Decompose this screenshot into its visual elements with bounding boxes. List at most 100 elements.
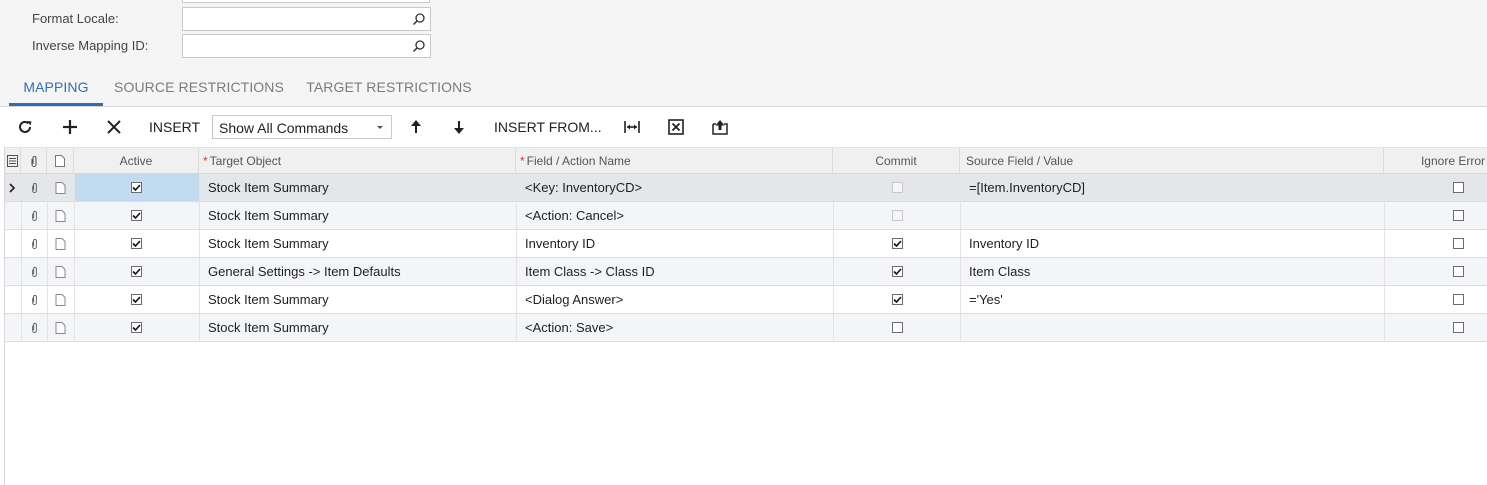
insert-from-button[interactable]: INSERT FROM... [494, 119, 602, 135]
commit-checkbox[interactable] [891, 322, 903, 333]
note-icon[interactable] [55, 322, 66, 334]
commit-cell[interactable] [833, 258, 960, 285]
tab-mapping[interactable]: MAPPING [9, 70, 103, 106]
field-action-cell[interactable]: <Key: InventoryCD> [521, 174, 833, 201]
commit-cell[interactable] [833, 314, 960, 341]
active-cell[interactable] [74, 314, 199, 341]
fit-width-icon[interactable] [622, 117, 642, 137]
active-checkbox[interactable] [130, 210, 142, 221]
row-settings-header[interactable] [5, 148, 21, 174]
note-icon[interactable] [55, 210, 66, 222]
commit-cell[interactable] [833, 230, 960, 257]
commit-cell[interactable] [833, 174, 960, 201]
ignore-error-checkbox[interactable] [1452, 238, 1464, 249]
commit-cell[interactable] [833, 286, 960, 313]
source-field-cell[interactable] [965, 202, 1384, 229]
col-ignore-error-header[interactable]: Ignore Error [1384, 148, 1487, 174]
commit-checkbox[interactable] [891, 294, 903, 305]
commit-cell[interactable] [833, 202, 960, 229]
note-icon[interactable] [55, 294, 66, 306]
tab-source-restrictions[interactable]: SOURCE RESTRICTIONS [112, 70, 286, 106]
plus-icon[interactable] [60, 117, 80, 137]
excel-icon[interactable] [666, 117, 686, 137]
ignore-error-checkbox[interactable] [1452, 294, 1464, 305]
table-row[interactable]: Stock Item Summary Inventory ID Inventory … [5, 230, 1487, 258]
source-field-cell[interactable]: Item Class [965, 258, 1384, 285]
active-cell[interactable] [74, 286, 199, 313]
note-icon[interactable] [55, 238, 66, 250]
table-row[interactable]: Stock Item Summary <Dialog Answer> ='Yes' [5, 286, 1487, 314]
target-object-cell[interactable]: General Settings -> Item Defaults [204, 258, 516, 285]
commit-checkbox[interactable] [891, 266, 903, 277]
table-row[interactable]: Stock Item Summary <Key: InventoryCD> =[It… [5, 174, 1487, 202]
col-target-object-header[interactable]: * Target Object [199, 148, 516, 174]
col-commit-header[interactable]: Commit [833, 148, 960, 174]
insert-button[interactable]: INSERT [149, 119, 200, 135]
ignore-error-cell[interactable] [1384, 314, 1487, 341]
paperclip-icon[interactable] [29, 182, 40, 194]
close-icon[interactable] [104, 117, 124, 137]
refresh-icon[interactable] [15, 117, 35, 137]
format-locale-input[interactable] [183, 8, 415, 30]
column-divider [516, 258, 517, 285]
field-action-cell[interactable]: <Action: Cancel> [521, 202, 833, 229]
search-icon[interactable] [412, 12, 426, 26]
paperclip-icon[interactable] [29, 210, 40, 222]
ignore-error-cell[interactable] [1384, 230, 1487, 257]
ignore-error-checkbox[interactable] [1452, 210, 1464, 221]
commands-filter-select[interactable]: Show All Commands [212, 115, 392, 139]
ignore-error-cell[interactable] [1384, 202, 1487, 229]
commit-checkbox[interactable] [891, 238, 903, 249]
source-field-cell[interactable]: ='Yes' [965, 286, 1384, 313]
arrow-down-icon[interactable] [449, 117, 469, 137]
ignore-error-checkbox[interactable] [1452, 322, 1464, 333]
inverse-mapping-input[interactable] [183, 35, 415, 57]
active-cell[interactable] [74, 230, 199, 257]
tab-target-restrictions[interactable]: TARGET RESTRICTIONS [303, 70, 475, 106]
source-field-cell[interactable]: Inventory ID [965, 230, 1384, 257]
search-icon[interactable] [412, 39, 426, 53]
col-source-field-header[interactable]: Source Field / Value [960, 148, 1384, 174]
note-icon[interactable] [55, 266, 66, 278]
previous-field-partial[interactable] [182, 0, 430, 3]
field-action-cell[interactable]: Item Class -> Class ID [521, 258, 833, 285]
active-checkbox[interactable] [130, 182, 142, 193]
table-row[interactable]: Stock Item Summary <Action: Save> [5, 314, 1487, 342]
target-object-cell[interactable]: Stock Item Summary [204, 314, 516, 341]
ignore-error-cell[interactable] [1384, 258, 1487, 285]
arrow-up-icon[interactable] [406, 117, 426, 137]
active-cell[interactable] [74, 258, 199, 285]
field-action-cell[interactable]: Inventory ID [521, 230, 833, 257]
field-action-cell[interactable]: <Dialog Answer> [521, 286, 833, 313]
source-field-cell[interactable] [965, 314, 1384, 341]
active-checkbox[interactable] [130, 294, 142, 305]
format-locale-field[interactable] [182, 7, 431, 31]
note-icon[interactable] [55, 182, 66, 194]
inverse-mapping-field[interactable] [182, 34, 431, 58]
active-checkbox[interactable] [130, 322, 142, 333]
col-field-action-header[interactable]: * Field / Action Name [516, 148, 833, 174]
target-object-cell[interactable]: Stock Item Summary [204, 202, 516, 229]
active-checkbox[interactable] [130, 266, 142, 277]
ignore-error-checkbox[interactable] [1452, 266, 1464, 277]
target-object-cell[interactable]: Stock Item Summary [204, 230, 516, 257]
table-row[interactable]: Stock Item Summary <Action: Cancel> [5, 202, 1487, 230]
target-object-cell[interactable]: Stock Item Summary [204, 286, 516, 313]
target-object-cell[interactable]: Stock Item Summary [204, 174, 516, 201]
ignore-error-cell[interactable] [1384, 174, 1487, 201]
table-row[interactable]: General Settings -> Item Defaults Item Cl… [5, 258, 1487, 286]
upload-icon[interactable] [710, 117, 730, 137]
field-action-cell[interactable]: <Action: Save> [521, 314, 833, 341]
ignore-error-checkbox[interactable] [1452, 182, 1464, 193]
column-settings-icon[interactable] [7, 155, 18, 167]
ignore-error-cell[interactable] [1384, 286, 1487, 313]
paperclip-icon[interactable] [29, 266, 40, 278]
active-cell[interactable] [74, 202, 199, 229]
paperclip-icon[interactable] [29, 238, 40, 250]
active-checkbox[interactable] [130, 238, 142, 249]
paperclip-icon[interactable] [29, 294, 40, 306]
source-field-cell[interactable]: =[Item.InventoryCD] [965, 174, 1384, 201]
col-active-header[interactable]: Active [74, 148, 199, 174]
paperclip-icon[interactable] [29, 322, 40, 334]
active-cell[interactable] [74, 174, 199, 201]
